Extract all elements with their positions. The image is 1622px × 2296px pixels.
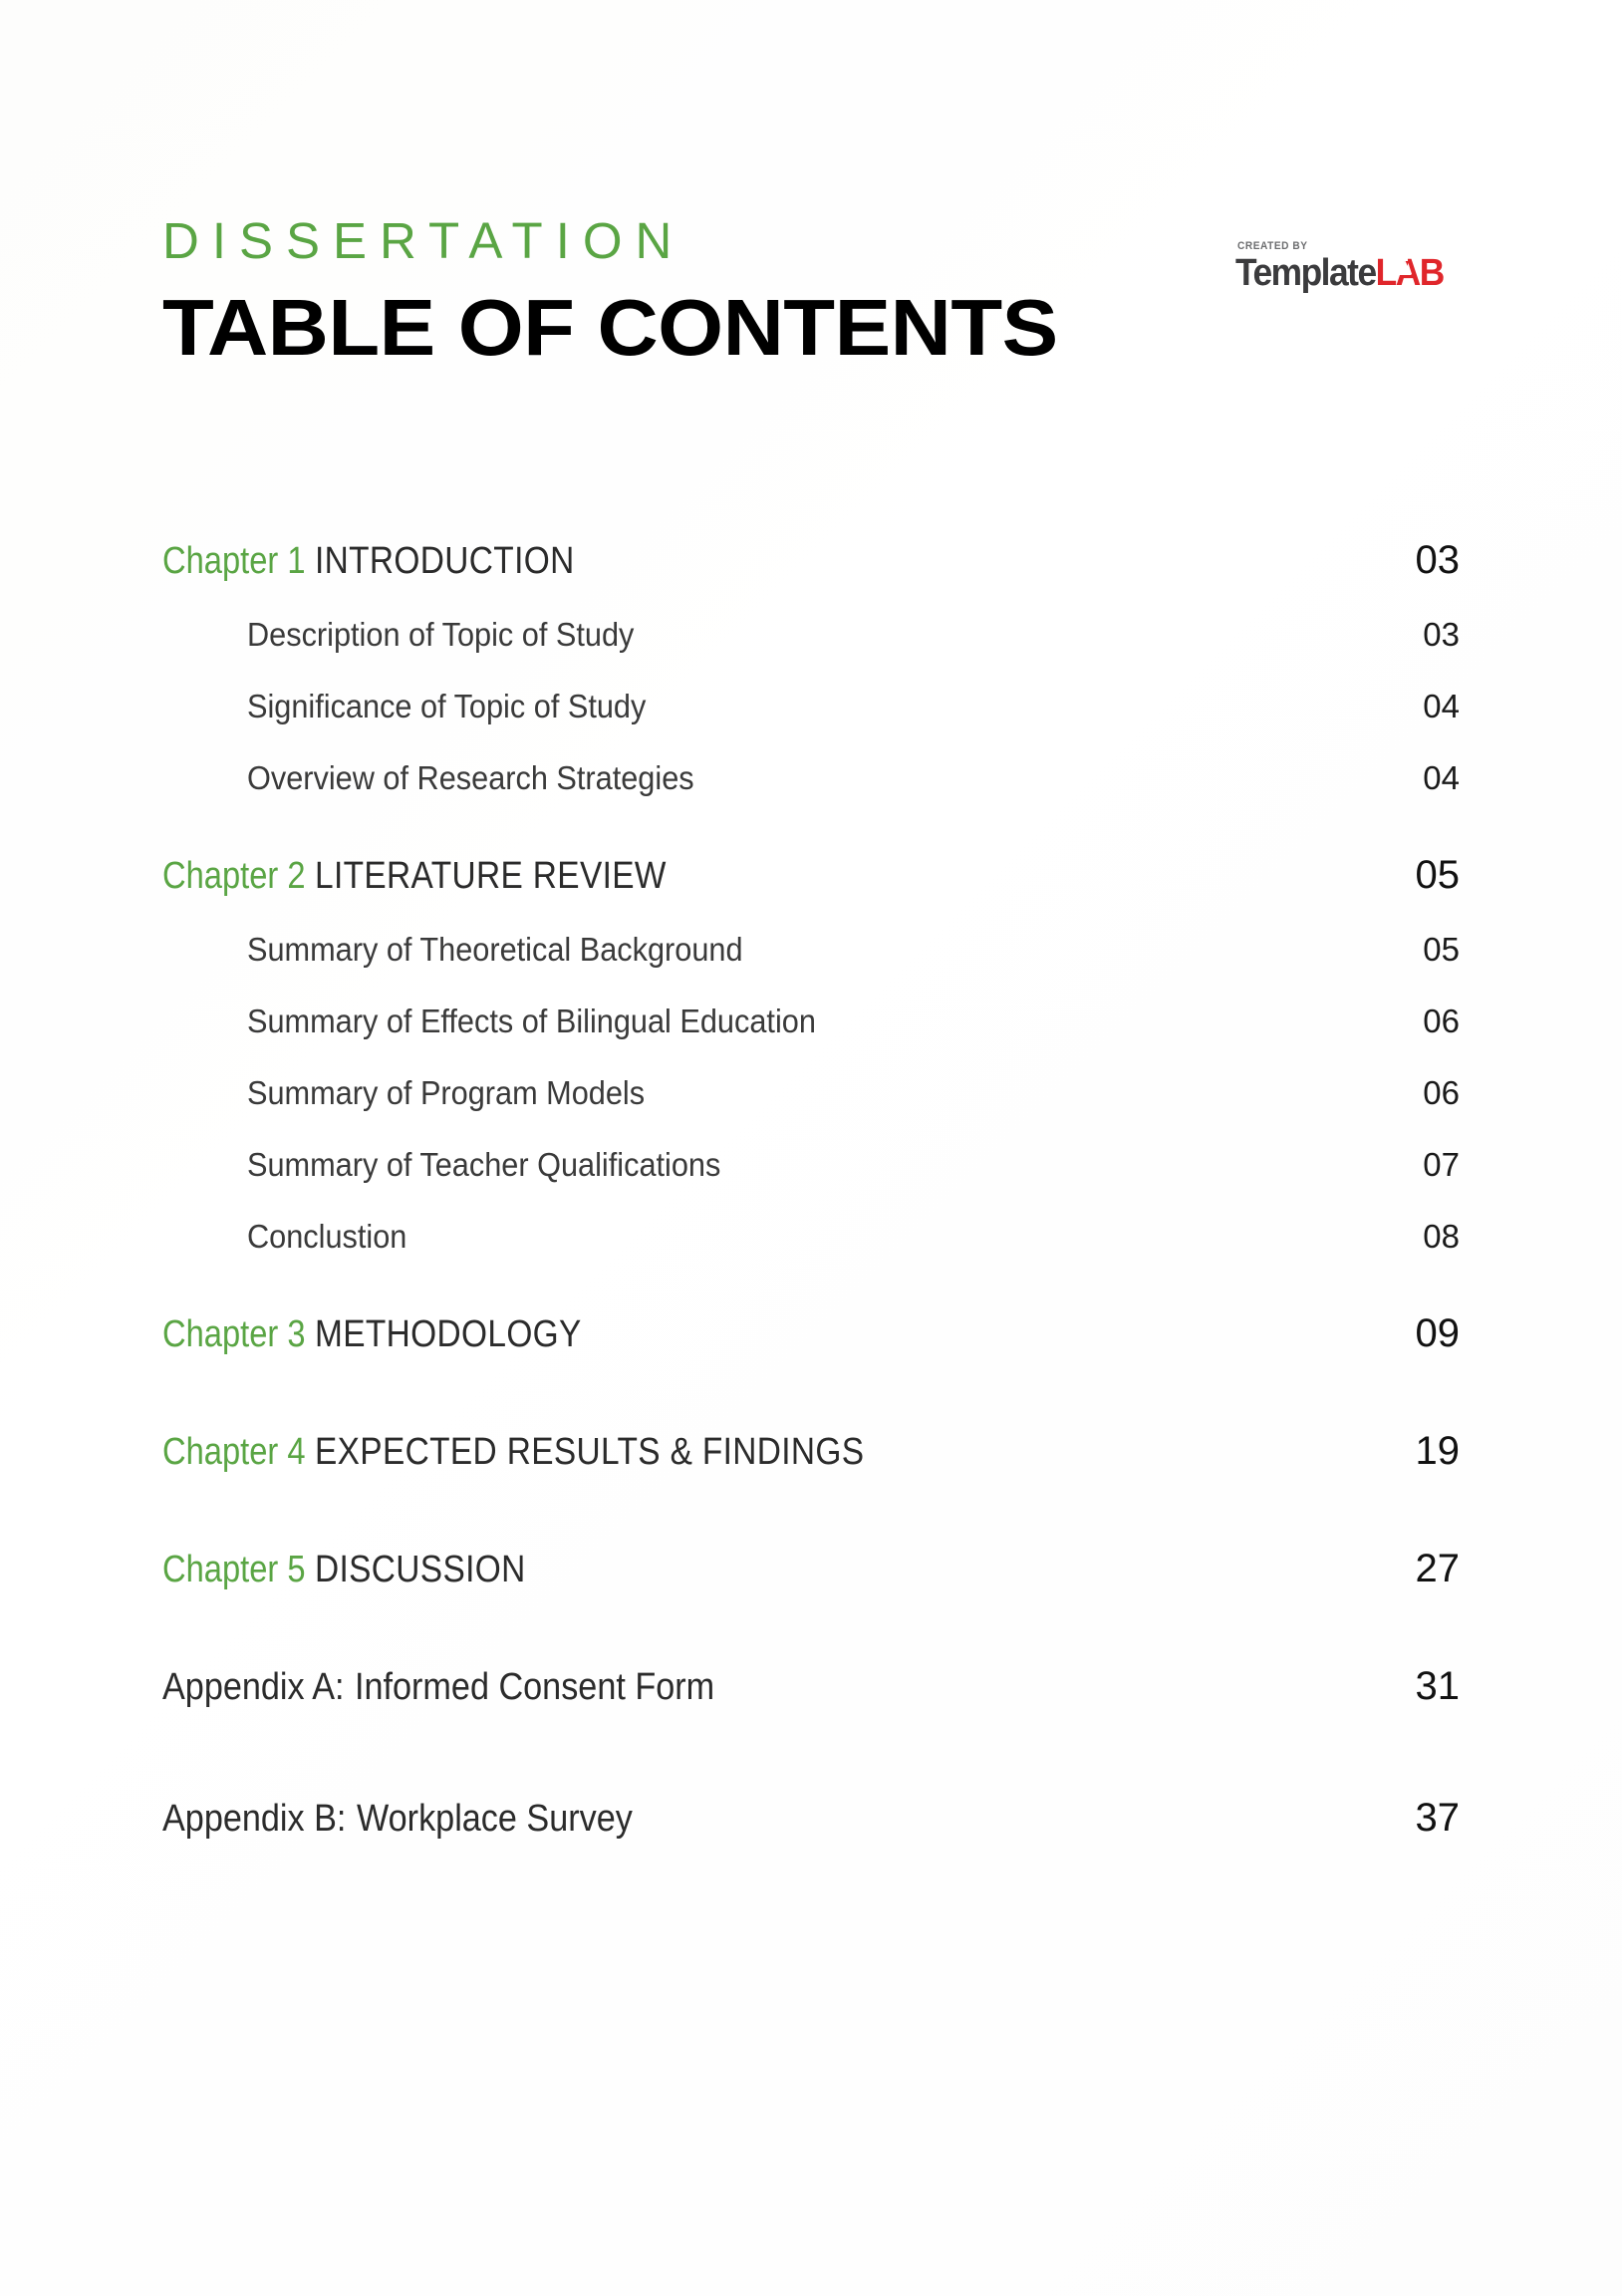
chapter-group: Chapter 2 LITERATURE REVIEW 05 Summary of … [162,853,1460,1290]
sub-item-row[interactable]: Overview of Research Strategies 04 [162,759,1460,831]
appendix-row[interactable]: Appendix B: Workplace Survey 37 [162,1796,1460,1887]
appendix-title: Informed Consent Form [354,1666,714,1708]
chapter-label: Chapter 2 [162,855,306,897]
sub-item-page-number: 03 [1423,616,1460,653]
sub-item-page-number: 07 [1423,1146,1460,1183]
sub-item-row[interactable]: Summary of Theoretical Background 05 [162,931,1460,1003]
appendix-page-number: 37 [1415,1796,1461,1840]
sub-item-row[interactable]: Conclustion 08 [162,1218,1460,1290]
chapter-title: INTRODUCTION [314,540,575,582]
chapter-row[interactable]: Chapter 2 LITERATURE REVIEW 05 [162,853,1460,931]
appendix-row[interactable]: Appendix A: Informed Consent Form 31 [162,1664,1460,1756]
chapter-page-number: 27 [1415,1547,1461,1590]
chapter-row[interactable]: Chapter 1 INTRODUCTION 03 [162,538,1460,616]
appendix-group: Appendix B: Workplace Survey 37 [162,1796,1460,1887]
chapter-title: EXPECTED RESULTS & FINDINGS [314,1431,865,1473]
chapter-title: METHODOLOGY [314,1313,582,1355]
chapter-group: Chapter 1 INTRODUCTION 03 Description of T… [162,538,1460,831]
appendix-title: Workplace Survey [356,1798,633,1840]
sub-item-row[interactable]: Summary of Program Models 06 [162,1074,1460,1146]
sub-item-title: Summary of Program Models [247,1074,646,1111]
appendix-label: Appendix B: [162,1798,347,1840]
chapter-page-number: 03 [1415,538,1461,582]
sub-item-title: Summary of Effects of Bilingual Educatio… [247,1003,816,1039]
document-page: DISSERTATION TABLE OF CONTENTS CREATED B… [0,0,1622,2296]
chapter-group: Chapter 4 EXPECTED RESULTS & FINDINGS 19 [162,1429,1460,1507]
page-title: TABLE OF CONTENTS [162,283,1058,372]
sub-item-title: Summary of Theoretical Background [247,931,743,968]
sub-item-title: Conclustion [247,1218,407,1255]
chapter-label: Chapter 1 [162,540,306,582]
chapter-label: Chapter 5 [162,1549,306,1590]
sub-item-row[interactable]: Summary of Teacher Qualifications 07 [162,1146,1460,1218]
chapter-title: LITERATURE REVIEW [314,855,667,897]
chapter-label: Chapter 3 [162,1313,306,1355]
sub-item-row[interactable]: Description of Topic of Study 03 [162,616,1460,688]
table-of-contents: Chapter 1 INTRODUCTION 03 Description of T… [162,538,1460,1927]
templatelab-logo: CREATED BY TemplateLAB [1235,240,1460,294]
sub-item-title: Significance of Topic of Study [247,688,647,724]
logo-lab-text: LAB [1376,252,1446,294]
chapter-title: DISCUSSION [314,1549,526,1590]
chapter-page-number: 09 [1415,1311,1461,1355]
logo-lab-label: LAB [1376,252,1446,294]
chapter-row[interactable]: Chapter 4 EXPECTED RESULTS & FINDINGS 19 [162,1429,1460,1507]
chapter-page-number: 19 [1415,1429,1461,1473]
appendix-page-number: 31 [1415,1664,1461,1708]
chapter-row[interactable]: Chapter 3 METHODOLOGY 09 [162,1311,1460,1389]
sub-item-page-number: 05 [1423,931,1460,968]
sub-item-title: Description of Topic of Study [247,616,635,653]
sub-item-page-number: 06 [1423,1074,1460,1111]
appendix-group: Appendix A: Informed Consent Form 31 [162,1664,1460,1756]
sub-item-row[interactable]: Summary of Effects of Bilingual Educatio… [162,1003,1460,1074]
sub-item-page-number: 08 [1423,1218,1460,1255]
chapter-label: Chapter 4 [162,1431,306,1473]
sub-item-title: Summary of Teacher Qualifications [247,1146,721,1183]
sub-item-row[interactable]: Significance of Topic of Study 04 [162,688,1460,759]
chapter-page-number: 05 [1415,853,1461,897]
sub-item-title: Overview of Research Strategies [247,759,694,796]
sub-item-page-number: 04 [1423,688,1460,724]
logo-created-by-label: CREATED BY [1237,240,1309,252]
chapter-group: Chapter 3 METHODOLOGY 09 [162,1311,1460,1389]
logo-wordmark: TemplateLAB [1235,252,1446,294]
appendix-label: Appendix A: [162,1666,345,1708]
logo-template-text: Template [1235,252,1377,294]
sub-item-page-number: 04 [1423,759,1460,796]
sub-item-page-number: 06 [1423,1003,1460,1039]
chapter-row[interactable]: Chapter 5 DISCUSSION 27 [162,1547,1460,1624]
chapter-group: Chapter 5 DISCUSSION 27 [162,1547,1460,1624]
flask-neck-icon [1403,255,1409,261]
